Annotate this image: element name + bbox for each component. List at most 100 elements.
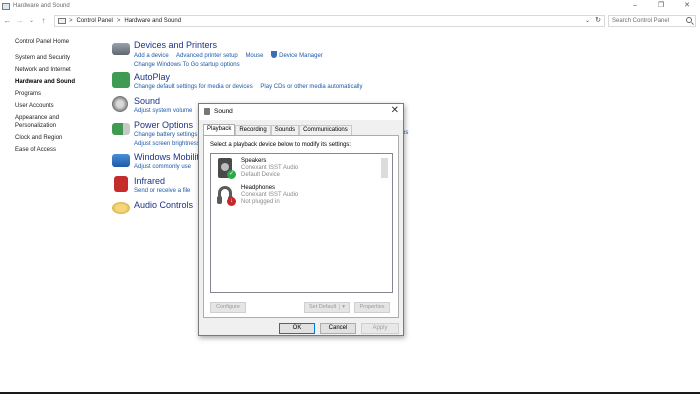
nav-appearance-and-personalization[interactable]: Appearance and Personalization	[15, 114, 75, 130]
chevron-down-icon[interactable]: ▾	[339, 304, 345, 310]
configure-button[interactable]: Configure	[210, 302, 246, 313]
default-check-icon: ✓	[227, 170, 236, 179]
link-send-or-receive-file[interactable]: Send or receive a file	[134, 188, 190, 194]
category-title[interactable]: Infrared	[134, 176, 165, 186]
device-status: Not plugged in	[241, 199, 280, 205]
shield-icon	[271, 51, 278, 58]
autoplay-icon	[112, 72, 130, 88]
breadcrumb-separator: >	[69, 18, 73, 24]
set-default-label: Set Default	[309, 304, 337, 310]
nav-ease-of-access[interactable]: Ease of Access	[15, 146, 105, 154]
device-speakers[interactable]: ✓ Speakers Conexant ISST Audio Default D…	[217, 158, 337, 184]
category-links: Change default settings for media or dev…	[134, 83, 368, 92]
device-status: Default Device	[241, 172, 281, 178]
maximize-button[interactable]: ❐	[648, 0, 674, 12]
speaker-icon	[204, 108, 210, 115]
apply-button[interactable]: Apply	[361, 323, 399, 334]
search-icon[interactable]	[686, 17, 692, 23]
link-adjust-screen-brightness[interactable]: Adjust screen brightness	[134, 141, 200, 147]
link-add-device[interactable]: Add a device	[134, 53, 169, 59]
infrared-icon	[114, 176, 128, 192]
speaker-icon	[112, 96, 128, 112]
nav-user-accounts[interactable]: User Accounts	[15, 102, 105, 110]
back-arrow-icon[interactable]: ←	[3, 16, 12, 25]
headphones-icon: ↓	[217, 185, 236, 206]
breadcrumb-separator: >	[116, 18, 121, 24]
tab-playback[interactable]: Playback	[203, 124, 236, 135]
search-input[interactable]: Search Control Panel	[608, 15, 696, 27]
nav-network-and-internet[interactable]: Network and Internet	[15, 66, 105, 74]
up-arrow-icon[interactable]: ↑	[39, 16, 48, 25]
link-play-cds[interactable]: Play CDs or other media automatically	[260, 84, 362, 90]
category-title[interactable]: Devices and Printers	[134, 40, 217, 50]
breadcrumb-control-panel[interactable]: Control Panel	[77, 18, 113, 24]
properties-button[interactable]: Properties	[354, 302, 390, 313]
category-title[interactable]: Audio Controls	[134, 200, 193, 210]
window-title: Hardware and Sound	[13, 3, 70, 9]
category-title[interactable]: Sound	[134, 96, 160, 106]
battery-icon	[112, 123, 130, 135]
category-title[interactable]: Power Options	[134, 120, 193, 130]
link-change-battery-settings[interactable]: Change battery settings	[134, 132, 197, 138]
category-links: Adjust commonly use	[134, 163, 197, 172]
dialog-close-button[interactable]: ✕	[391, 105, 399, 116]
tab-communications[interactable]: Communications	[299, 125, 352, 135]
device-headphones[interactable]: ↓ Headphones Conexant ISST Audio Not plu…	[217, 185, 337, 211]
device-details: Conexant ISST Audio Not plugged in	[241, 192, 298, 206]
nav-clock-and-region[interactable]: Clock and Region	[15, 134, 105, 142]
address-bar[interactable]: > Control Panel > Hardware and Sound ⌄ ↻	[54, 15, 605, 27]
address-dropdown-icon[interactable]: ⌄	[585, 17, 590, 24]
category-links: Add a device Advanced printer setup Mous…	[134, 51, 329, 70]
forward-arrow-icon[interactable]: →	[15, 16, 24, 25]
nav-hardware-and-sound[interactable]: Hardware and Sound	[15, 78, 105, 86]
link-windows-to-go[interactable]: Change Windows To Go startup options	[134, 62, 240, 68]
search-placeholder: Search Control Panel	[612, 18, 670, 24]
playback-panel: Select a playback device below to modify…	[203, 135, 399, 318]
link-change-default-settings[interactable]: Change default settings for media or dev…	[134, 84, 253, 90]
close-button[interactable]: ✕	[674, 0, 700, 12]
ok-button[interactable]: OK	[279, 323, 315, 334]
dialog-tabs: Playback Recording Sounds Communications	[203, 124, 352, 135]
control-panel-icon	[2, 2, 10, 10]
category-links: Adjust system volume	[134, 107, 198, 116]
link-adjust-system-volume[interactable]: Adjust system volume	[134, 108, 192, 114]
device-name: Headphones	[241, 185, 276, 191]
tab-sounds[interactable]: Sounds	[270, 125, 300, 135]
link-mouse[interactable]: Mouse	[245, 53, 263, 59]
unplugged-arrow-icon: ↓	[227, 197, 236, 206]
device-driver: Conexant ISST Audio	[241, 192, 299, 198]
instruction-text: Select a playback device below to modify…	[210, 142, 352, 148]
cancel-button[interactable]: Cancel	[320, 323, 356, 334]
set-default-button[interactable]: Set Default ▾	[304, 302, 350, 313]
dialog-title-bar: Sound ✕	[199, 104, 403, 120]
category-links: Change battery settings Adjust screen br…	[134, 131, 206, 149]
device-name: Speakers	[241, 158, 267, 164]
tab-recording[interactable]: Recording	[235, 125, 271, 135]
control-panel-icon	[58, 18, 66, 24]
category-title[interactable]: AutoPlay	[134, 72, 170, 82]
audio-controls-icon	[112, 202, 130, 214]
mobility-center-icon	[112, 154, 130, 167]
device-list[interactable]: ✓ Speakers Conexant ISST Audio Default D…	[210, 153, 393, 293]
nav-system-and-security[interactable]: System and Security	[15, 54, 105, 62]
speakers-icon: ✓	[217, 158, 236, 179]
recent-locations-icon[interactable]: ⌄	[27, 17, 36, 24]
device-driver: Conexant ISST Audio	[241, 165, 299, 171]
title-bar: Hardware and Sound – ❐ ✕	[0, 0, 700, 12]
link-device-manager[interactable]: Device Manager	[279, 53, 323, 59]
list-scrollbar[interactable]	[381, 158, 388, 178]
breadcrumb-hardware-and-sound[interactable]: Hardware and Sound	[124, 18, 181, 24]
minimize-button[interactable]: –	[622, 0, 648, 12]
category-title[interactable]: Windows Mobility	[134, 152, 204, 162]
printer-icon	[112, 43, 130, 55]
dialog-title: Sound	[214, 108, 233, 115]
navigation-bar: ← → ⌄ ↑ > Control Panel > Hardware and S…	[0, 12, 700, 29]
nav-control-panel-home[interactable]: Control Panel Home	[15, 38, 105, 46]
nav-programs[interactable]: Programs	[15, 90, 105, 98]
sound-dialog: Sound ✕ Playback Recording Sounds Commun…	[198, 103, 404, 336]
link-adjust-commonly-used[interactable]: Adjust commonly use	[134, 164, 191, 170]
link-advanced-printer-setup[interactable]: Advanced printer setup	[176, 53, 238, 59]
category-links: Send or receive a file	[134, 187, 196, 196]
refresh-icon[interactable]: ↻	[595, 16, 601, 24]
left-navigation: Control Panel Home System and Security N…	[15, 38, 105, 154]
